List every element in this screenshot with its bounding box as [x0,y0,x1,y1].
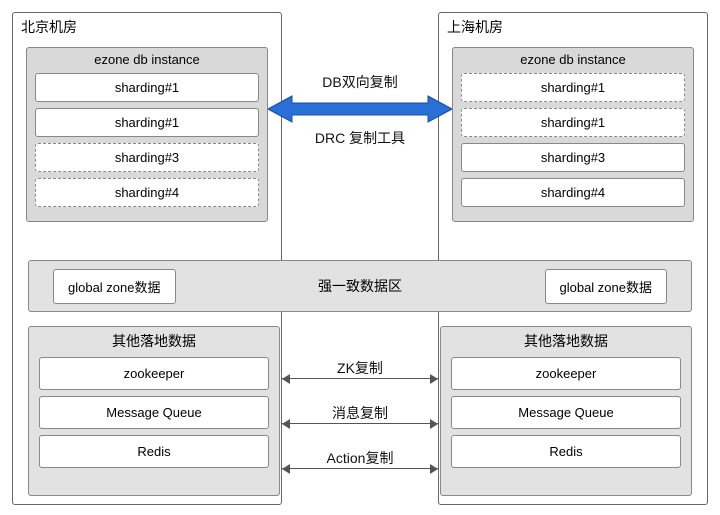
repl-label-action: Action复制 [285,448,435,468]
other-item: Redis [39,435,269,468]
ezone-title: ezone db instance [35,52,259,67]
shard-box-dashed: sharding#4 [35,178,259,207]
shard-box: sharding#1 [35,108,259,137]
other-item: Message Queue [39,396,269,429]
db-repl-label2: DRC 复制工具 [285,128,435,148]
repl-line-mq [282,423,438,424]
global-zone-bar: global zone数据 强一致数据区 global zone数据 [28,260,692,312]
repl-label-zk: ZK复制 [285,358,435,378]
ezone-left: ezone db instance sharding#1 sharding#1 … [26,47,268,222]
shard-box: sharding#4 [461,178,685,207]
global-zone-box-left: global zone数据 [53,269,176,304]
repl-label-mq: 消息复制 [285,403,435,423]
shard-box-dashed: sharding#1 [461,73,685,102]
other-right: 其他落地数据 zookeeper Message Queue Redis [440,326,692,496]
global-zone-label: 强一致数据区 [318,276,402,296]
repl-line-action [282,468,438,469]
shard-box: sharding#3 [461,143,685,172]
dc-right-title: 上海机房 [439,13,707,41]
other-item: Redis [451,435,681,468]
other-title: 其他落地数据 [451,331,681,351]
repl-line-zk [282,378,438,379]
global-zone-box-right: global zone数据 [545,269,668,304]
other-item: zookeeper [451,357,681,390]
other-item: zookeeper [39,357,269,390]
dc-left-title: 北京机房 [13,13,281,41]
bidir-arrow-icon [268,95,452,123]
shard-box-dashed: sharding#3 [35,143,259,172]
shard-box-dashed: sharding#1 [461,108,685,137]
other-left: 其他落地数据 zookeeper Message Queue Redis [28,326,280,496]
other-title: 其他落地数据 [39,331,269,351]
other-item: Message Queue [451,396,681,429]
shard-box: sharding#1 [35,73,259,102]
db-repl-label1: DB双向复制 [285,72,435,92]
ezone-title: ezone db instance [461,52,685,67]
ezone-right: ezone db instance sharding#1 sharding#1 … [452,47,694,222]
